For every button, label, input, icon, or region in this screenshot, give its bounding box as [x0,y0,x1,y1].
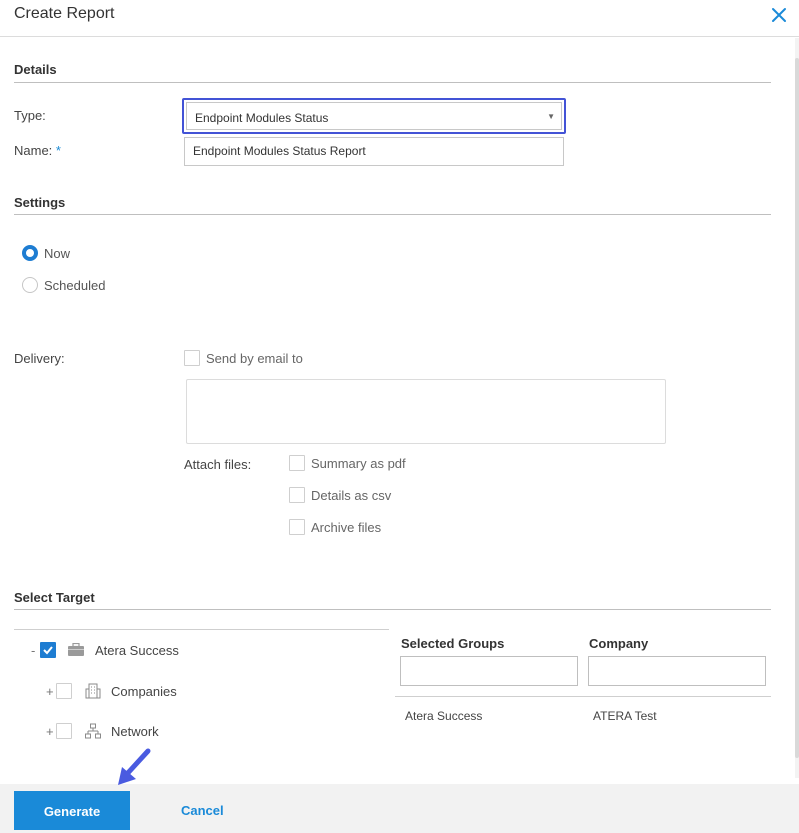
close-icon[interactable] [770,6,788,24]
building-icon [85,683,101,702]
tree-checkbox-atera-success[interactable] [40,642,56,658]
send-email-label: Send by email to [206,351,303,366]
tree-label-atera-success[interactable]: Atera Success [95,643,179,658]
tree-checkbox-companies[interactable] [56,683,72,699]
type-select[interactable]: Endpoint Modules Status ▼ [186,102,562,130]
grid-header-divider [395,696,771,697]
filter-input-company[interactable] [588,656,766,686]
table-cell-group[interactable]: Atera Success [405,709,482,723]
tree-expand-toggle-companies[interactable]: + [46,684,54,699]
cancel-button[interactable]: Cancel [181,803,224,818]
details-divider [14,82,771,83]
type-label: Type: [14,108,46,123]
email-recipients-textarea[interactable] [186,379,666,444]
summary-pdf-label: Summary as pdf [311,456,406,471]
select-target-divider [14,609,771,610]
name-label-text: Name: [14,143,53,158]
details-csv-label: Details as csv [311,488,392,503]
scrollbar[interactable] [795,38,799,778]
name-input[interactable]: Endpoint Modules Status Report [184,137,564,166]
select-target-heading: Select Target [14,590,95,605]
tree-expand-toggle-network[interactable]: + [46,724,54,739]
tree-label-companies[interactable]: Companies [111,684,177,699]
name-label: Name: * [14,143,61,158]
required-marker: * [55,143,61,158]
settings-heading: Settings [14,195,66,210]
radio-scheduled-label: Scheduled [44,278,106,293]
type-select-highlight: Endpoint Modules Status ▼ [182,98,566,134]
radio-scheduled[interactable] [22,277,38,293]
settings-divider [14,214,771,215]
type-select-value: Endpoint Modules Status [195,111,329,125]
tree-divider [14,629,389,630]
tree-checkbox-network[interactable] [56,723,72,739]
generate-button[interactable]: Generate [14,791,130,830]
summary-pdf-checkbox[interactable] [289,455,305,471]
table-cell-company[interactable]: ATERA Test [593,709,657,723]
tree-collapse-toggle[interactable]: - [31,643,35,658]
dialog-title: Create Report [14,5,115,22]
briefcase-icon [67,642,85,660]
archive-files-label: Archive files [311,520,382,535]
column-header-selected-groups[interactable]: Selected Groups [401,636,504,651]
filter-input-selected-groups[interactable] [400,656,578,686]
radio-now[interactable] [22,245,38,261]
scrollbar-thumb[interactable] [795,58,799,758]
chevron-down-icon: ▼ [547,112,555,121]
dialog-header [0,0,799,37]
tree-label-network[interactable]: Network [111,724,159,739]
attach-files-label: Attach files: [184,457,252,472]
radio-now-label: Now [44,246,71,261]
details-heading: Details [14,62,57,77]
network-icon [85,723,101,742]
archive-files-checkbox[interactable] [289,519,305,535]
details-csv-checkbox[interactable] [289,487,305,503]
send-email-checkbox[interactable] [184,350,200,366]
column-header-company[interactable]: Company [589,636,648,651]
pointer-arrow-icon [112,747,154,792]
delivery-label: Delivery: [14,351,65,366]
